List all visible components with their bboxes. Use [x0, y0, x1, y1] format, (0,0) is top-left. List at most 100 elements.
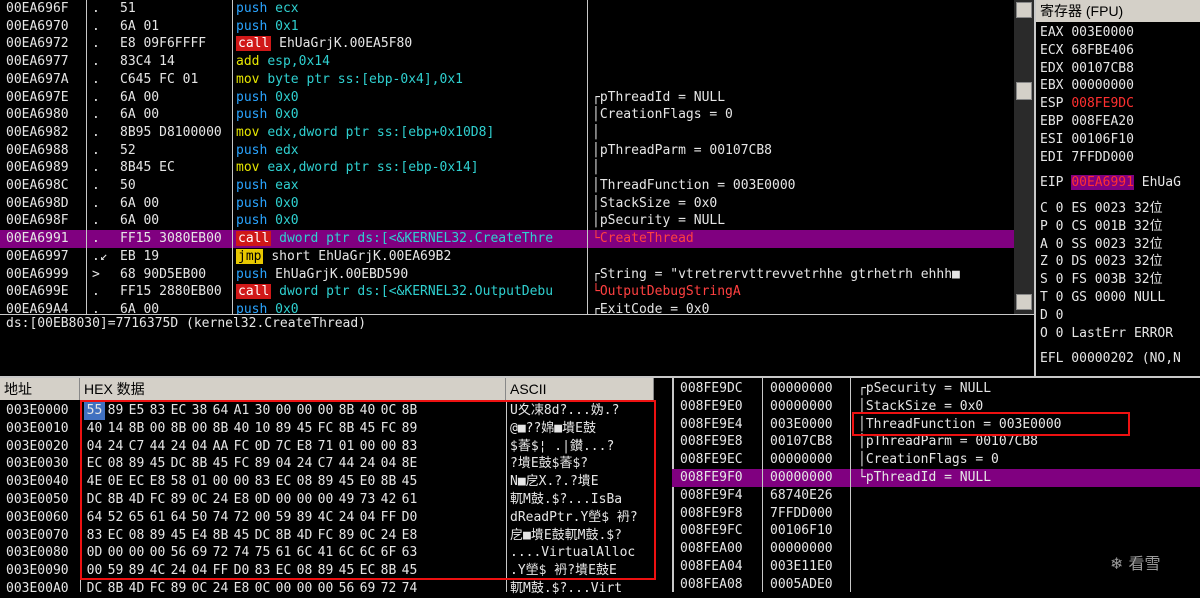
flag[interactable]: O 0 [1040, 326, 1063, 341]
disasm-row[interactable]: 00EA6999 >68 90D5EB00 push EhUaGrjK.00EBD5… [0, 266, 1014, 284]
stack-row[interactable]: 008FE9DC 00000000 ┌pSecurity = NULL [672, 380, 1200, 398]
byte[interactable]: 0C [252, 580, 273, 598]
byte[interactable]: 72 [378, 580, 399, 598]
column-divider [587, 0, 588, 314]
register-value[interactable]: 00106F10 [1071, 132, 1134, 147]
register-eip[interactable]: EIP 00EA6991 EhUaG [1040, 174, 1181, 192]
stack-row[interactable]: 008FE9F4 68740E26 [672, 487, 1200, 505]
flag-row[interactable]: D 0 [1040, 307, 1063, 325]
dump-col-hex[interactable]: HEX 数据 [80, 378, 506, 400]
disasm-row[interactable]: 00EA697A. C645 FC 01 mov byte ptr ss:[ebp-… [0, 71, 1014, 89]
flag-row[interactable]: T 0 GS 0000 NULL [1040, 289, 1165, 307]
disasm-row[interactable]: 00EA698C. 50 push eax │ThreadFunction = 003… [0, 177, 1014, 195]
flag-row[interactable]: A 0 SS 0023 32位 [1040, 236, 1163, 254]
register-value[interactable]: 00107CB8 [1071, 61, 1134, 76]
disasm-row[interactable]: 00EA698F. 6A 00 push 0x0 │pSecurity = NULL [0, 212, 1014, 230]
dump-row[interactable]: 003E00A0 DC 8B 4D FC 89 0C 24 E8 0C 00 00 00 56 69 72 74… [0, 580, 672, 598]
hex-dump-pane[interactable]: 地址 HEX 数据 ASCII 003E0000 55 89 E5 83 EC 38 64 A1… [0, 378, 672, 596]
byte[interactable]: 0C [189, 580, 210, 598]
register-name: EDX [1040, 60, 1064, 76]
disasm-scrollbar[interactable] [1014, 0, 1034, 314]
disasm-row[interactable]: 00EA6977. 83C4 14 add esp,0x14 [0, 53, 1014, 71]
instruction: mov edx,dword ptr ss:[ebp+0x10D8] [236, 124, 586, 142]
flag-row[interactable]: S 0 FS 003B 32位 [1040, 271, 1163, 289]
register-edi[interactable]: EDI 7FFDD000 [1040, 149, 1134, 167]
segment-bits: 32位 [1133, 218, 1163, 234]
disasm-row[interactable]: 00EA699E. FF15 2880EB00 call dword ptr ds:… [0, 283, 1014, 301]
dump-bytes[interactable]: DC 8B 4D FC 89 0C 24 E8 0C 00 00 00 56 69 72 74 [84, 580, 504, 598]
flag[interactable]: A 0 [1040, 237, 1063, 252]
disasm-row[interactable]: 00EA6988. 52 push edx │pThreadParm = 00107C… [0, 142, 1014, 160]
dump-col-ascii[interactable]: ASCII [506, 378, 654, 400]
byte[interactable]: 56 [336, 580, 357, 598]
scroll-down-button[interactable] [1016, 294, 1032, 310]
flag-row[interactable]: O 0 LastErr ERROR [1040, 325, 1173, 343]
register-esp[interactable]: ESP 008FE9DC [1040, 95, 1134, 113]
flag-row[interactable]: Z 0 DS 0023 32位 [1040, 253, 1163, 271]
stack-row[interactable]: 008FE9F8 7FFDD000 [672, 505, 1200, 523]
register-edx[interactable]: EDX 00107CB8 [1040, 60, 1134, 78]
disasm-row[interactable]: 00EA6997 .↙ EB 19 jmp short EhUaGrjK.00EA69… [0, 248, 1014, 266]
stack-row[interactable]: 008FE9EC 00000000 │CreationFlags = 0 [672, 451, 1200, 469]
flag[interactable]: D 0 [1040, 308, 1063, 323]
instruction-bytes: 6A 00 [120, 213, 160, 229]
disasm-row[interactable]: 00EA6991. FF15 3080EB00 call dword ptr ds:… [0, 230, 1014, 249]
byte[interactable]: 8B [105, 580, 126, 598]
byte[interactable]: FC [147, 580, 168, 598]
disasm-row[interactable]: 00EA698D. 6A 00 push 0x0 │StackSize = 0x0 [0, 195, 1014, 213]
register-value[interactable]: 008FEA20 [1071, 114, 1134, 129]
flow-marker: . [92, 213, 100, 229]
register-value[interactable]: 00EA6991 [1071, 175, 1134, 190]
byte[interactable]: E8 [231, 580, 252, 598]
disasm-row[interactable]: 00EA696F. 51 push ecx [0, 0, 1014, 18]
flag-row[interactable]: C 0 ES 0023 32位 [1040, 200, 1163, 218]
byte[interactable]: DC [84, 580, 105, 598]
register-value[interactable]: 68FBE406 [1071, 43, 1134, 58]
byte[interactable]: 24 [210, 580, 231, 598]
disasm-row[interactable]: 00EA6989. 8B45 EC mov eax,dword ptr ss:[eb… [0, 159, 1014, 177]
byte[interactable]: 00 [273, 580, 294, 598]
disassembly-pane[interactable]: 00EA696F. 51 push ecx 00EA6970. 6A 01 push 0x… [0, 0, 1014, 314]
register-value[interactable]: 008FE9DC [1071, 96, 1134, 111]
stack-row[interactable]: 008FE9F0 00000000 └pThreadId = NULL [672, 469, 1200, 487]
flag[interactable]: C 0 [1040, 201, 1063, 216]
byte[interactable]: 00 [294, 580, 315, 598]
stack-row[interactable]: 008FEA08 0005ADE0 [672, 576, 1200, 594]
register-name: EDI [1040, 149, 1064, 165]
register-eax[interactable]: EAX 003E0000 [1040, 24, 1134, 42]
disasm-row[interactable]: 00EA6982. 8B95 D8100000 mov edx,dword ptr … [0, 124, 1014, 142]
register-esi[interactable]: ESI 00106F10 [1040, 131, 1134, 149]
register-value[interactable]: 00000000 [1071, 78, 1134, 93]
instruction-bytes: 83C4 14 [120, 54, 175, 70]
byte[interactable]: 74 [399, 580, 420, 598]
register-value[interactable]: 7FFDD000 [1071, 150, 1134, 165]
register-value[interactable]: 003E0000 [1071, 25, 1134, 40]
stack-pane[interactable]: 008FE9DC 00000000 ┌pSecurity = NULL 008FE9E… [672, 378, 1200, 592]
instruction-address: 00EA698D [6, 195, 69, 211]
operand: 0x0 [275, 195, 299, 211]
scroll-thumb[interactable] [1016, 82, 1032, 100]
byte[interactable]: 89 [168, 580, 189, 598]
disasm-row[interactable]: 00EA697E. 6A 00 push 0x0 ┌pThreadId = NULL [0, 89, 1014, 107]
disasm-row[interactable]: 00EA6980. 6A 00 push 0x0 │CreationFlags = 0 [0, 106, 1014, 124]
stack-row[interactable]: 008FE9FC 00106F10 [672, 522, 1200, 540]
flag[interactable]: T 0 [1040, 290, 1063, 305]
register-ebx[interactable]: EBX 00000000 [1040, 77, 1134, 95]
byte[interactable]: 69 [357, 580, 378, 598]
operand: EhUaGrjK.00EA5F80 [279, 36, 413, 52]
byte[interactable]: 4D [126, 580, 147, 598]
register-ecx[interactable]: ECX 68FBE406 [1040, 42, 1134, 60]
disasm-row[interactable]: 00EA6972. E8 09F6FFFF call EhUaGrjK.00EA5F… [0, 35, 1014, 53]
flag-row[interactable]: P 0 CS 001B 32位 [1040, 218, 1163, 236]
flag[interactable]: P 0 [1040, 219, 1063, 234]
byte[interactable]: 00 [315, 580, 336, 598]
register-ebp[interactable]: EBP 008FEA20 [1040, 113, 1134, 131]
flag[interactable]: Z 0 [1040, 254, 1063, 269]
stack-row[interactable]: 008FE9E8 00107CB8 │pThreadParm = 00107CB8 [672, 433, 1200, 451]
disasm-row[interactable]: 00EA6970. 6A 01 push 0x1 [0, 18, 1014, 36]
disasm-row[interactable]: 00EA69A4. 6A 00 push 0x0 ┌ExitCode = 0x0 [0, 301, 1014, 314]
flag[interactable]: S 0 [1040, 272, 1063, 287]
dump-col-address[interactable]: 地址 [0, 378, 80, 400]
scroll-up-button[interactable] [1016, 2, 1032, 18]
registers-pane[interactable]: 寄存器 (FPU) EAX 003E0000 ECX 68FBE406 EDX 00… [1036, 0, 1200, 378]
